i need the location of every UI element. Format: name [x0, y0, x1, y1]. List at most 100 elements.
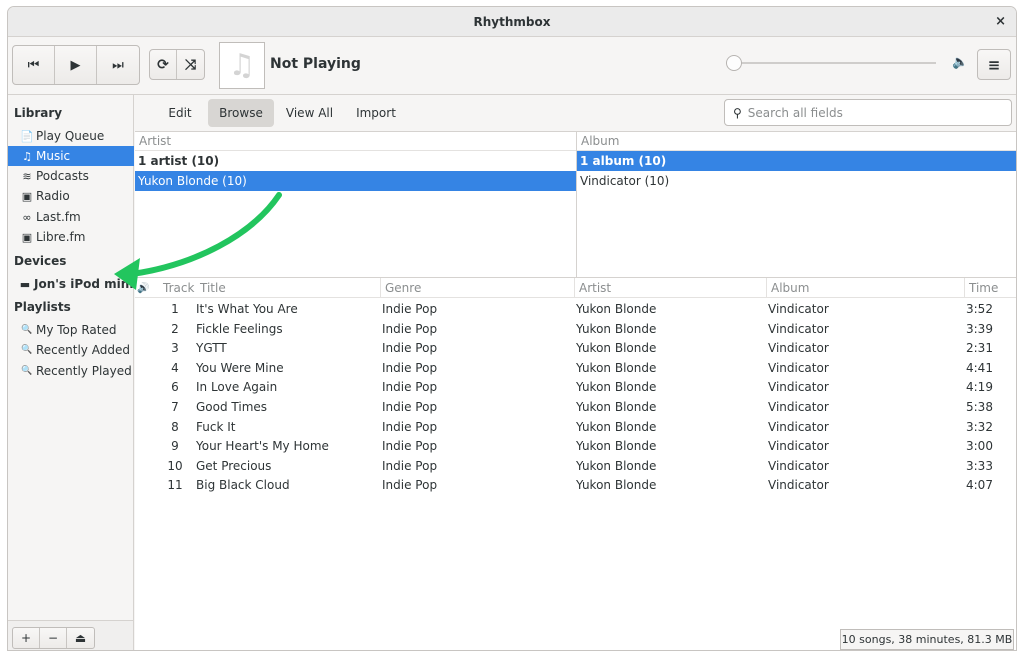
track-artist: Yukon Blonde [576, 302, 657, 316]
table-row[interactable]: 8 Fuck It Indie Pop Yukon Blonde Vindicator 3… [135, 417, 1016, 437]
track-artist: Yukon Blonde [576, 439, 657, 454]
artist-summary-row[interactable]: 1 artist (10) [135, 151, 576, 171]
remove-button[interactable]: − [40, 628, 67, 648]
track-time: 3:33 [966, 458, 993, 473]
seek-track[interactable] [726, 62, 936, 64]
sidebar-item-label: Play Queue [36, 129, 105, 143]
volume-icon[interactable]: 🔈 [952, 55, 968, 70]
sidebar-item-recently-added[interactable]: 🔍 Recently Added [8, 340, 134, 360]
play-button[interactable]: ▶ [55, 46, 97, 84]
artist-pane-header[interactable]: Artist [135, 132, 576, 151]
tab-edit[interactable]: Edit [155, 99, 205, 127]
album-art: ♫ [219, 42, 265, 89]
track-title: Big Black Cloud [196, 478, 290, 493]
track-time: 2:31 [966, 341, 993, 356]
tab-browse[interactable]: Browse [208, 99, 274, 127]
album-row[interactable]: Vindicator (10) [577, 171, 1016, 191]
track-genre: Indie Pop [382, 478, 438, 493]
track-artist: Yukon Blonde [576, 380, 657, 395]
sidebar-item-music[interactable]: ♫ Music [8, 146, 134, 166]
column-time[interactable]: Time [964, 278, 1016, 298]
track-number: 11 [167, 478, 183, 493]
next-button[interactable]: ⏭ [97, 46, 139, 84]
album-summary-row[interactable]: 1 album (10) [577, 151, 1016, 171]
browse-toolbar: Edit Browse View All Import ⚲ Search all… [135, 95, 1016, 132]
track-genre: Indie Pop [382, 321, 438, 336]
track-time: 4:07 [966, 478, 993, 493]
track-genre: Indie Pop [382, 458, 438, 473]
album-pane-header[interactable]: Album [577, 132, 1016, 151]
sidebar-item-librefm[interactable]: ▣ Libre.fm [8, 227, 134, 247]
sidebar-item-radio[interactable]: ▣ Radio [8, 186, 134, 206]
lastfm-icon: ∞ [22, 210, 32, 224]
sidebar-item-recently-played[interactable]: 🔍 Recently Played [8, 361, 134, 381]
search-icon: 🔍 [21, 345, 33, 355]
search-input[interactable]: ⚲ Search all fields [724, 99, 1012, 126]
table-row[interactable]: 6 In Love Again Indie Pop Yukon Blonde Vindi… [135, 377, 1016, 397]
playlists-header: Playlists [14, 300, 71, 314]
track-album: Vindicator [768, 478, 829, 493]
table-row[interactable]: 3 YGTT Indie Pop Yukon Blonde Vindicator 2:31 [135, 338, 1016, 358]
table-row[interactable]: 11 Big Black Cloud Indie Pop Yukon Blonde Vi… [135, 475, 1016, 495]
library-browser: Artist 1 artist (10) Yukon Blonde (10) A… [135, 132, 1016, 278]
track-title: Get Precious [196, 458, 272, 473]
sidebar-item-ipod[interactable]: ▬ Jon's iPod mini [8, 274, 134, 294]
column-genre[interactable]: Genre [380, 278, 574, 298]
track-album: Vindicator [768, 380, 829, 395]
column-title[interactable]: Title [196, 278, 380, 298]
tab-import[interactable]: Import [349, 99, 403, 127]
table-row[interactable]: 9 Your Heart's My Home Indie Pop Yukon Blon… [135, 436, 1016, 456]
app-menu-button[interactable]: ≡ [977, 49, 1011, 80]
tab-view-all[interactable]: View All [278, 99, 341, 127]
track-genre: Indie Pop [382, 360, 438, 375]
sidebar-item-label: Last.fm [36, 210, 81, 224]
library-header: Library [14, 106, 63, 120]
search-icon: ⚲ [733, 105, 742, 120]
track-genre: Indie Pop [382, 400, 438, 414]
close-icon[interactable]: × [995, 14, 1006, 29]
minus-icon: − [47, 631, 59, 645]
sidebar-item-lastfm[interactable]: ∞ Last.fm [8, 207, 134, 227]
shuffle-button[interactable]: ⤨ [177, 50, 204, 79]
column-album[interactable]: Album [766, 278, 964, 298]
track-artist: Yukon Blonde [576, 400, 657, 414]
speaker-icon[interactable]: 🔊 [135, 278, 159, 298]
table-row[interactable]: 10 Get Precious Indie Pop Yukon Blonde Vindi… [135, 456, 1016, 476]
column-track[interactable]: Track [159, 278, 195, 298]
track-number: 3 [171, 341, 179, 356]
sidebar-footer: + − ⏏ [8, 620, 134, 650]
sidebar-item-play-queue[interactable]: 📄 Play Queue [8, 126, 134, 146]
track-title: Fickle Feelings [196, 321, 283, 336]
track-artist: Yukon Blonde [576, 419, 657, 434]
previous-button[interactable]: ⏮ [13, 46, 55, 84]
shuffle-icon: ⤨ [184, 56, 197, 73]
table-row[interactable]: 2 Fickle Feelings Indie Pop Yukon Blonde Vin… [135, 319, 1016, 339]
track-number: 10 [167, 458, 183, 473]
sidebar-item-podcasts[interactable]: ≋ Podcasts [8, 166, 134, 186]
radio-icon: ▣ [21, 189, 33, 203]
table-row[interactable]: 7 Good Times Indie Pop Yukon Blonde Vindicat… [135, 397, 1016, 417]
track-time: 4:19 [966, 380, 993, 395]
sidebar-item-label: Recently Added [36, 343, 130, 357]
track-genre: Indie Pop [382, 419, 438, 434]
track-number: 7 [171, 400, 179, 414]
add-button[interactable]: + [13, 628, 40, 648]
column-artist[interactable]: Artist [574, 278, 766, 298]
table-row[interactable]: 1 It's What You Are Indie Pop Yukon Blonde V… [135, 299, 1016, 319]
sidebar-item-my-top-rated[interactable]: 🔍 My Top Rated [8, 320, 134, 340]
seek-slider-handle[interactable] [726, 55, 742, 71]
track-title: Your Heart's My Home [196, 439, 329, 454]
sidebar-item-label: Podcasts [36, 169, 89, 183]
table-row[interactable]: 4 You Were Mine Indie Pop Yukon Blonde Vindi… [135, 358, 1016, 378]
track-number: 6 [171, 380, 179, 395]
track-artist: Yukon Blonde [576, 478, 657, 493]
track-album: Vindicator [768, 439, 829, 454]
track-album: Vindicator [768, 341, 829, 356]
track-artist: Yukon Blonde [576, 321, 657, 336]
track-album: Vindicator [768, 321, 829, 336]
repeat-button[interactable]: ⟳ [150, 50, 177, 79]
sidebar-item-label: Jon's iPod mini [34, 277, 134, 291]
eject-button[interactable]: ⏏ [67, 628, 94, 648]
status-bar: 10 songs, 38 minutes, 81.3 MB [840, 629, 1014, 650]
artist-row[interactable]: Yukon Blonde (10) [135, 171, 576, 191]
